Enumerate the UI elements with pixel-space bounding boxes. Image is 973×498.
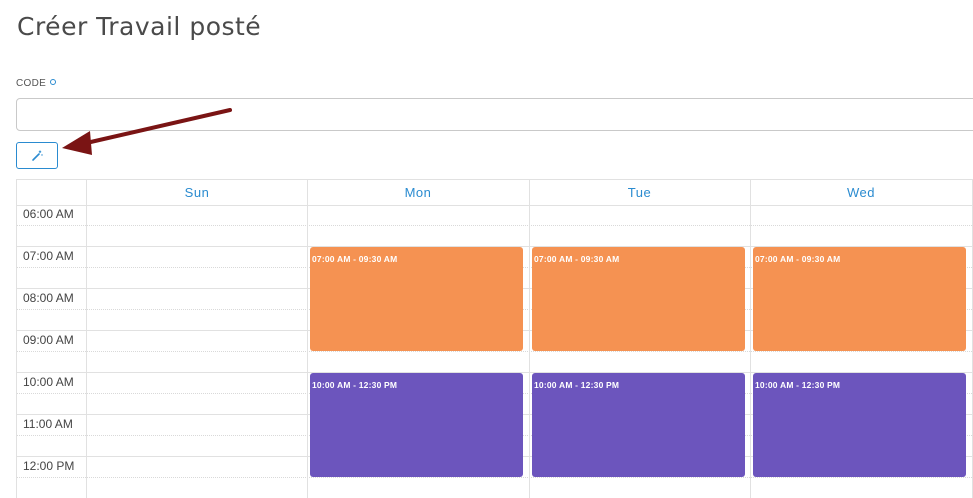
day-header-mon: Mon bbox=[404, 185, 432, 200]
time-label: 10:00 AM bbox=[23, 375, 74, 389]
required-indicator-icon bbox=[50, 79, 57, 86]
time-label: 09:00 AM bbox=[23, 333, 74, 347]
code-input[interactable] bbox=[16, 98, 973, 131]
time-label: 12:00 PM bbox=[23, 459, 75, 473]
week-calendar: Sun Mon Tue Wed 06:00 AM 07:00 AM 08:00 … bbox=[16, 179, 973, 498]
column-divider bbox=[529, 180, 530, 498]
column-divider bbox=[86, 180, 87, 498]
shift-event[interactable]: 07:00 AM - 09:30 AM bbox=[310, 247, 523, 351]
shift-event[interactable]: 07:00 AM - 09:30 AM bbox=[532, 247, 745, 351]
column-divider bbox=[750, 180, 751, 498]
day-header-tue: Tue bbox=[627, 185, 652, 200]
shift-event[interactable]: 10:00 AM - 12:30 PM bbox=[310, 373, 523, 477]
code-field-label: CODE bbox=[16, 78, 57, 89]
time-label: 06:00 AM bbox=[23, 207, 74, 221]
time-label: 08:00 AM bbox=[23, 291, 74, 305]
shift-event[interactable]: 10:00 AM - 12:30 PM bbox=[753, 373, 966, 477]
generate-code-button[interactable] bbox=[16, 142, 58, 169]
calendar-header: Sun Mon Tue Wed bbox=[17, 180, 973, 206]
time-label: 07:00 AM bbox=[23, 249, 74, 263]
time-row[interactable]: 06:00 AM bbox=[17, 205, 973, 247]
shift-event[interactable]: 07:00 AM - 09:30 AM bbox=[753, 247, 966, 351]
day-header-wed: Wed bbox=[847, 185, 875, 200]
time-label: 11:00 AM bbox=[23, 417, 73, 431]
column-divider bbox=[307, 180, 308, 498]
page-title: Créer Travail posté bbox=[17, 12, 262, 41]
magic-wand-icon bbox=[32, 150, 43, 161]
shift-event[interactable]: 10:00 AM - 12:30 PM bbox=[532, 373, 745, 477]
day-header-sun: Sun bbox=[184, 185, 210, 200]
code-label-text: CODE bbox=[16, 78, 47, 89]
